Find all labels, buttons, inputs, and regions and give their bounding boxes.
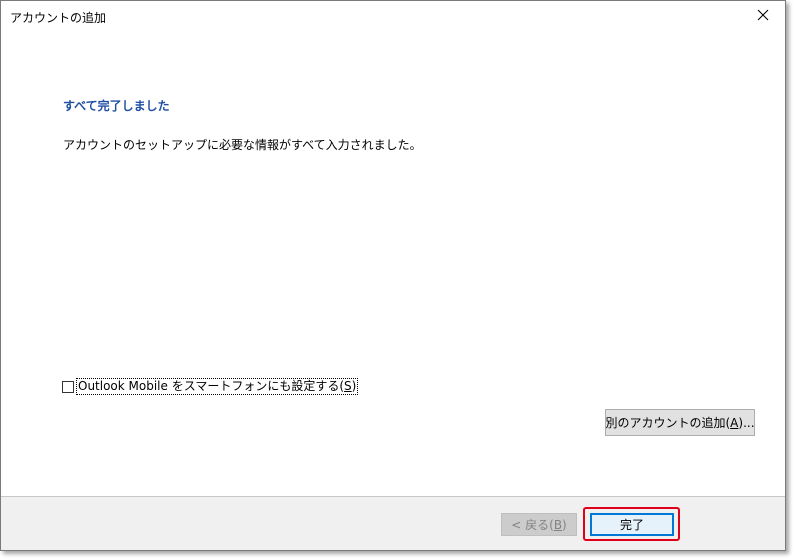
back-label-text: < 戻る( — [511, 518, 554, 532]
window-title: アカウントの追加 — [10, 11, 107, 25]
main-content: すべて完了しました アカウントのセットアップに必要な情報がすべて入力されました。… — [1, 31, 785, 497]
page-description: アカウントのセットアップに必要な情報がすべて入力されました。 — [63, 138, 422, 152]
add-account-label-text: 別のアカウントの追加( — [605, 416, 731, 430]
mobile-setup-label[interactable]: Outlook Mobile をスマートフォンにも設定する(S) — [76, 378, 359, 395]
dialog-footer: < 戻る(B) 完了 — [1, 496, 785, 550]
back-label-suffix: ) — [562, 517, 567, 532]
add-account-label-suffix: )... — [738, 415, 755, 430]
finish-button[interactable]: 完了 — [590, 513, 674, 536]
page-heading: すべて完了しました — [63, 99, 170, 113]
back-accel-key: B — [553, 517, 563, 532]
close-button[interactable] — [741, 1, 785, 31]
title-bar: アカウントの追加 — [1, 1, 785, 31]
back-button[interactable]: < 戻る(B) — [501, 513, 577, 536]
add-another-account-button[interactable]: 別のアカウントの追加(A)... — [605, 409, 755, 436]
mobile-setup-checkbox[interactable] — [62, 380, 74, 393]
add-account-dialog: アカウントの追加 すべて完了しました アカウントのセットアップに必要な情報がすべ… — [0, 0, 786, 551]
finish-label: 完了 — [619, 518, 644, 532]
close-icon — [757, 9, 769, 24]
mobile-setup-label-suffix: ) — [351, 379, 357, 393]
mobile-setup-accel-key: S — [344, 379, 352, 393]
mobile-setup-checkbox-row[interactable]: Outlook Mobile をスマートフォンにも設定する(S) — [62, 378, 359, 395]
add-account-accel-key: A — [730, 415, 739, 430]
mobile-setup-label-text: Outlook Mobile をスマートフォンにも設定する( — [78, 379, 345, 393]
